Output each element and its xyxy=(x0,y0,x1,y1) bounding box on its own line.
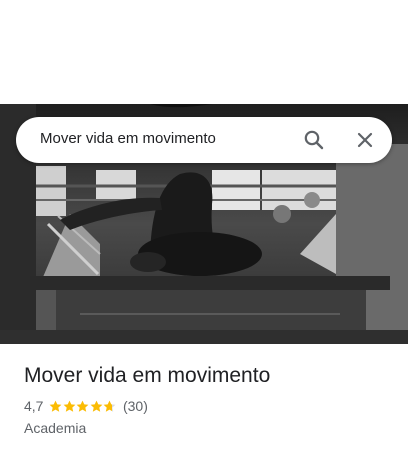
search-bar[interactable]: Mover vida em movimento xyxy=(16,117,392,163)
star-icon xyxy=(77,400,89,412)
search-query[interactable]: Mover vida em movimento xyxy=(40,130,216,147)
close-icon[interactable] xyxy=(353,128,377,152)
star-rating xyxy=(49,400,117,413)
place-category: Academia xyxy=(24,420,87,436)
search-icon[interactable] xyxy=(302,128,326,152)
star-icon xyxy=(63,400,76,412)
place-info: Mover vida em movimento 4,7 (30) Academi… xyxy=(24,362,270,436)
star-icon xyxy=(90,400,103,412)
rating-value: 4,7 xyxy=(24,398,44,414)
review-count: (30) xyxy=(122,398,148,414)
place-title[interactable]: Mover vida em movimento xyxy=(24,362,270,390)
star-icon xyxy=(50,400,62,412)
star-icon xyxy=(104,400,116,412)
rating-row[interactable]: 4,7 (30) xyxy=(24,397,270,415)
